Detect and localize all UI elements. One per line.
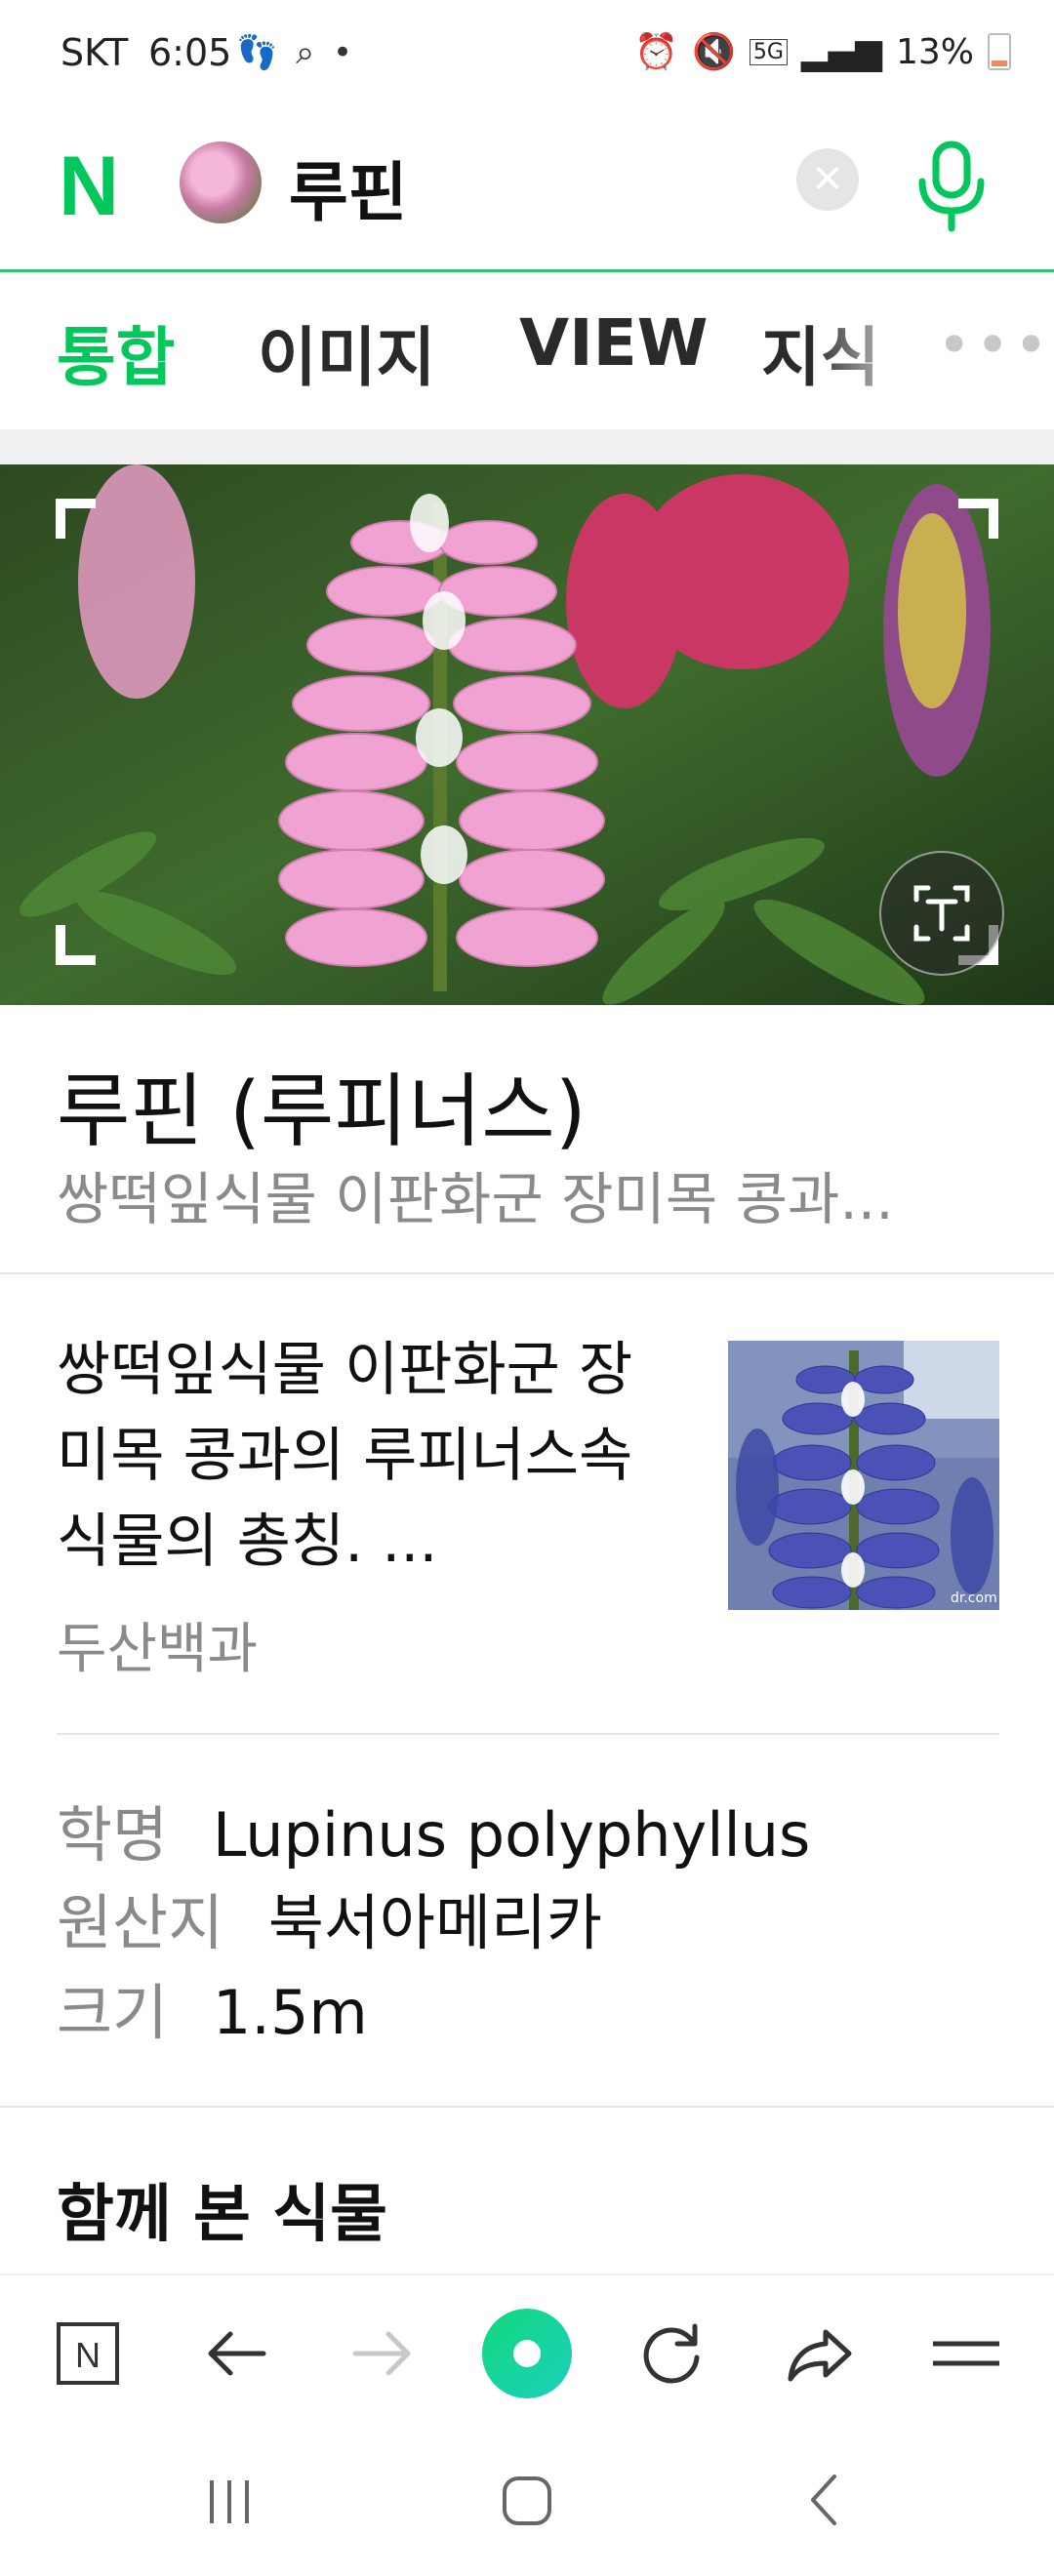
lupin-thumbnail[interactable]: dr.com	[728, 1341, 999, 1610]
tab-fade	[810, 272, 927, 428]
battery-percent: 13%	[895, 31, 974, 72]
result-title[interactable]: 루핀 (루피너스)	[57, 1046, 587, 1162]
back-arrow-icon[interactable]	[197, 2314, 275, 2393]
forward-arrow-icon[interactable]	[344, 2314, 422, 2393]
alarm-icon: ⏰	[634, 32, 679, 72]
divider	[57, 1733, 999, 1735]
text-recognition-button[interactable]	[879, 851, 1004, 976]
search-bar: N 루핀 ✕	[0, 107, 1054, 272]
info-row-origin: 원산지 북서아메리카	[57, 1873, 602, 1961]
result-description[interactable]: 쌍떡잎식물 이판화군 장미목 콩과의 루피너스속 식물의 총칭. ...	[57, 1327, 681, 1585]
dot-icon: •	[333, 33, 357, 72]
thumb-watermark: dr.com	[951, 1590, 997, 1606]
reload-icon[interactable]	[632, 2314, 710, 2393]
status-bar: SKT 6:05 👣 ⌕ • ⏰ 🔇 5G ▂▄▆ 13%	[0, 0, 1054, 107]
notification-icons: 👣 ⌕ •	[236, 33, 356, 72]
5g-icon: 5G	[749, 38, 788, 65]
close-icon: ✕	[811, 157, 844, 202]
info-key: 원산지	[57, 1887, 224, 1958]
naver-home-icon[interactable]: N	[49, 2314, 127, 2393]
clear-search-button[interactable]: ✕	[796, 148, 859, 211]
share-icon[interactable]	[781, 2314, 859, 2393]
footprints-icon: 👣	[236, 33, 282, 72]
voice-search-button[interactable]	[912, 137, 991, 234]
query-thumbnail	[180, 141, 262, 223]
battery-icon	[988, 33, 1011, 70]
signal-icon: ▂▄▆	[800, 31, 882, 72]
naver-logo[interactable]: N	[59, 144, 119, 228]
recent-apps-icon[interactable]	[200, 2469, 259, 2537]
menu-icon[interactable]	[927, 2314, 1005, 2393]
info-row-scientific-name: 학명 Lupinus polyphyllus	[57, 1786, 810, 1873]
browser-toolbar: N	[0, 2274, 1054, 2432]
result-subtitle: 쌍떡잎식물 이판화군 장미목 콩과...	[57, 1166, 894, 1232]
system-navigation	[0, 2430, 1054, 2576]
text-scan-icon	[913, 885, 970, 942]
related-plants-heading: 함께 본 식물	[57, 2179, 387, 2251]
search-tabs: 통합 이미지 VIEW 지식 •••	[0, 272, 1054, 428]
svg-text:N: N	[75, 2335, 101, 2375]
source-label[interactable]: 두산백과	[57, 1605, 258, 1684]
info-key: 크기	[57, 1977, 169, 2048]
tab-integrated[interactable]: 통합	[57, 305, 175, 399]
info-row-size: 크기 1.5m	[57, 1963, 368, 2051]
divider	[0, 1272, 1054, 1274]
search-icon: ⌕	[296, 33, 319, 72]
info-key: 학명	[57, 1799, 169, 1871]
info-value: 1.5m	[212, 1977, 368, 2048]
info-value: Lupinus polyphyllus	[212, 1799, 811, 1871]
search-input[interactable]: 루핀	[289, 141, 407, 234]
clock: 6:05	[148, 31, 232, 74]
more-tabs-icon[interactable]: •••	[937, 311, 1052, 380]
section-divider	[0, 429, 1054, 464]
divider	[0, 2106, 1054, 2108]
green-dot-icon[interactable]	[480, 2307, 574, 2400]
home-icon[interactable]	[493, 2467, 561, 2535]
tab-images[interactable]: 이미지	[258, 305, 435, 399]
carrier-label: SKT	[61, 31, 129, 74]
mute-icon: 🔇	[692, 32, 736, 72]
info-value: 북서아메리카	[267, 1887, 603, 1958]
tab-view[interactable]: VIEW	[519, 305, 709, 381]
system-back-icon[interactable]	[795, 2467, 854, 2535]
status-right: ⏰ 🔇 5G ▂▄▆ 13%	[634, 31, 1011, 72]
